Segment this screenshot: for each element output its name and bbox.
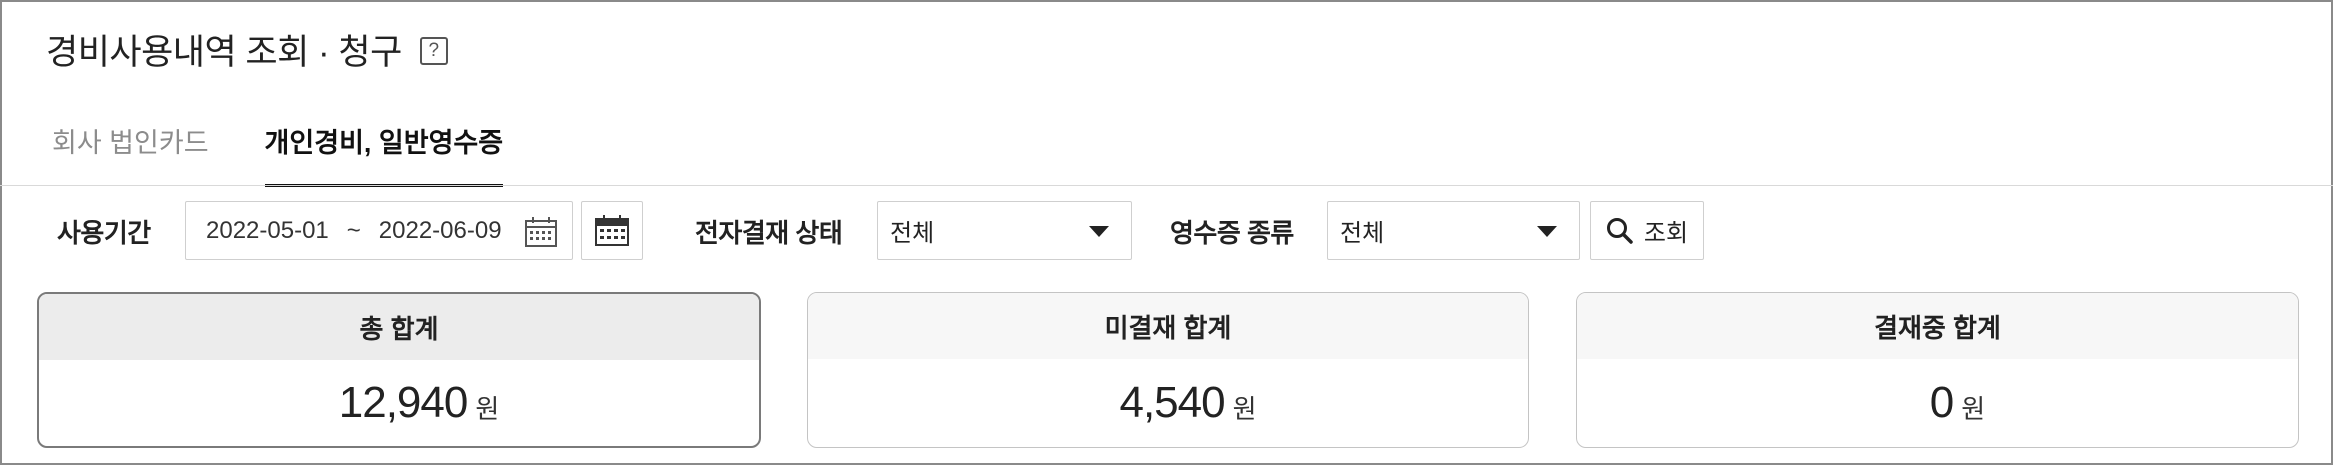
search-button[interactable]: 조회 — [1590, 201, 1704, 260]
summary-card-total[interactable]: 총 합계 12,940 원 — [37, 292, 761, 448]
summary-card-unit: 원 — [1961, 393, 1986, 424]
summary-card-unapproved[interactable]: 미결재 합계 4,540 원 — [807, 292, 1529, 448]
summary-card-unit: 원 — [475, 393, 500, 424]
summary-card-value: 4,540 — [1119, 378, 1225, 427]
receipt-type-label: 영수증 종류 — [1170, 218, 1294, 248]
summary-card-value: 12,940 — [338, 378, 469, 427]
receipt-type-select[interactable]: 전체 — [1327, 201, 1580, 260]
end-date[interactable]: 2022-06-09 — [379, 217, 502, 245]
search-button-label: 조회 — [1643, 220, 1689, 247]
period-label: 사용기간 — [57, 218, 151, 248]
date-separator: ~ — [346, 216, 361, 244]
page-header: 경비사용내역 조회 · 청구 ? — [46, 26, 448, 72]
search-icon — [1606, 217, 1633, 244]
help-icon[interactable]: ? — [419, 37, 448, 65]
summary-card-body: 4,540 원 — [808, 359, 1528, 447]
summary-card-unit: 원 — [1232, 393, 1257, 424]
date-range-input[interactable]: 2022-05-01 ~ 2022-06-09 — [185, 201, 573, 260]
calendar-icon[interactable] — [524, 216, 558, 248]
receipt-type-value: 전체 — [1340, 220, 1385, 247]
approval-status-value: 전체 — [890, 220, 935, 247]
start-date[interactable]: 2022-05-01 — [206, 217, 329, 245]
calendar-button[interactable] — [581, 201, 643, 260]
chevron-down-icon — [1537, 226, 1557, 237]
summary-card-in-approval[interactable]: 결재중 합계 0 원 — [1576, 292, 2299, 448]
tab-divider — [0, 185, 2333, 186]
summary-card-value: 0 — [1929, 378, 1955, 427]
summary-card-body: 0 원 — [1577, 359, 2298, 447]
calendar-icon — [595, 214, 629, 246]
summary-card-title: 결재중 합계 — [1577, 293, 2298, 359]
tab-bar: 회사 법인카드 개인경비, 일반영수증 — [52, 112, 503, 187]
summary-card-title: 총 합계 — [39, 294, 759, 360]
tab-personal-expense[interactable]: 개인경비, 일반영수증 — [264, 112, 503, 187]
summary-card-title: 미결재 합계 — [808, 293, 1528, 359]
page-title: 경비사용내역 조회 · 청구 — [46, 32, 402, 72]
summary-card-body: 12,940 원 — [39, 360, 759, 446]
approval-status-select[interactable]: 전체 — [877, 201, 1132, 260]
tab-corporate-card[interactable]: 회사 법인카드 — [52, 112, 209, 186]
chevron-down-icon — [1089, 226, 1109, 237]
approval-status-label: 전자결재 상태 — [695, 218, 843, 248]
